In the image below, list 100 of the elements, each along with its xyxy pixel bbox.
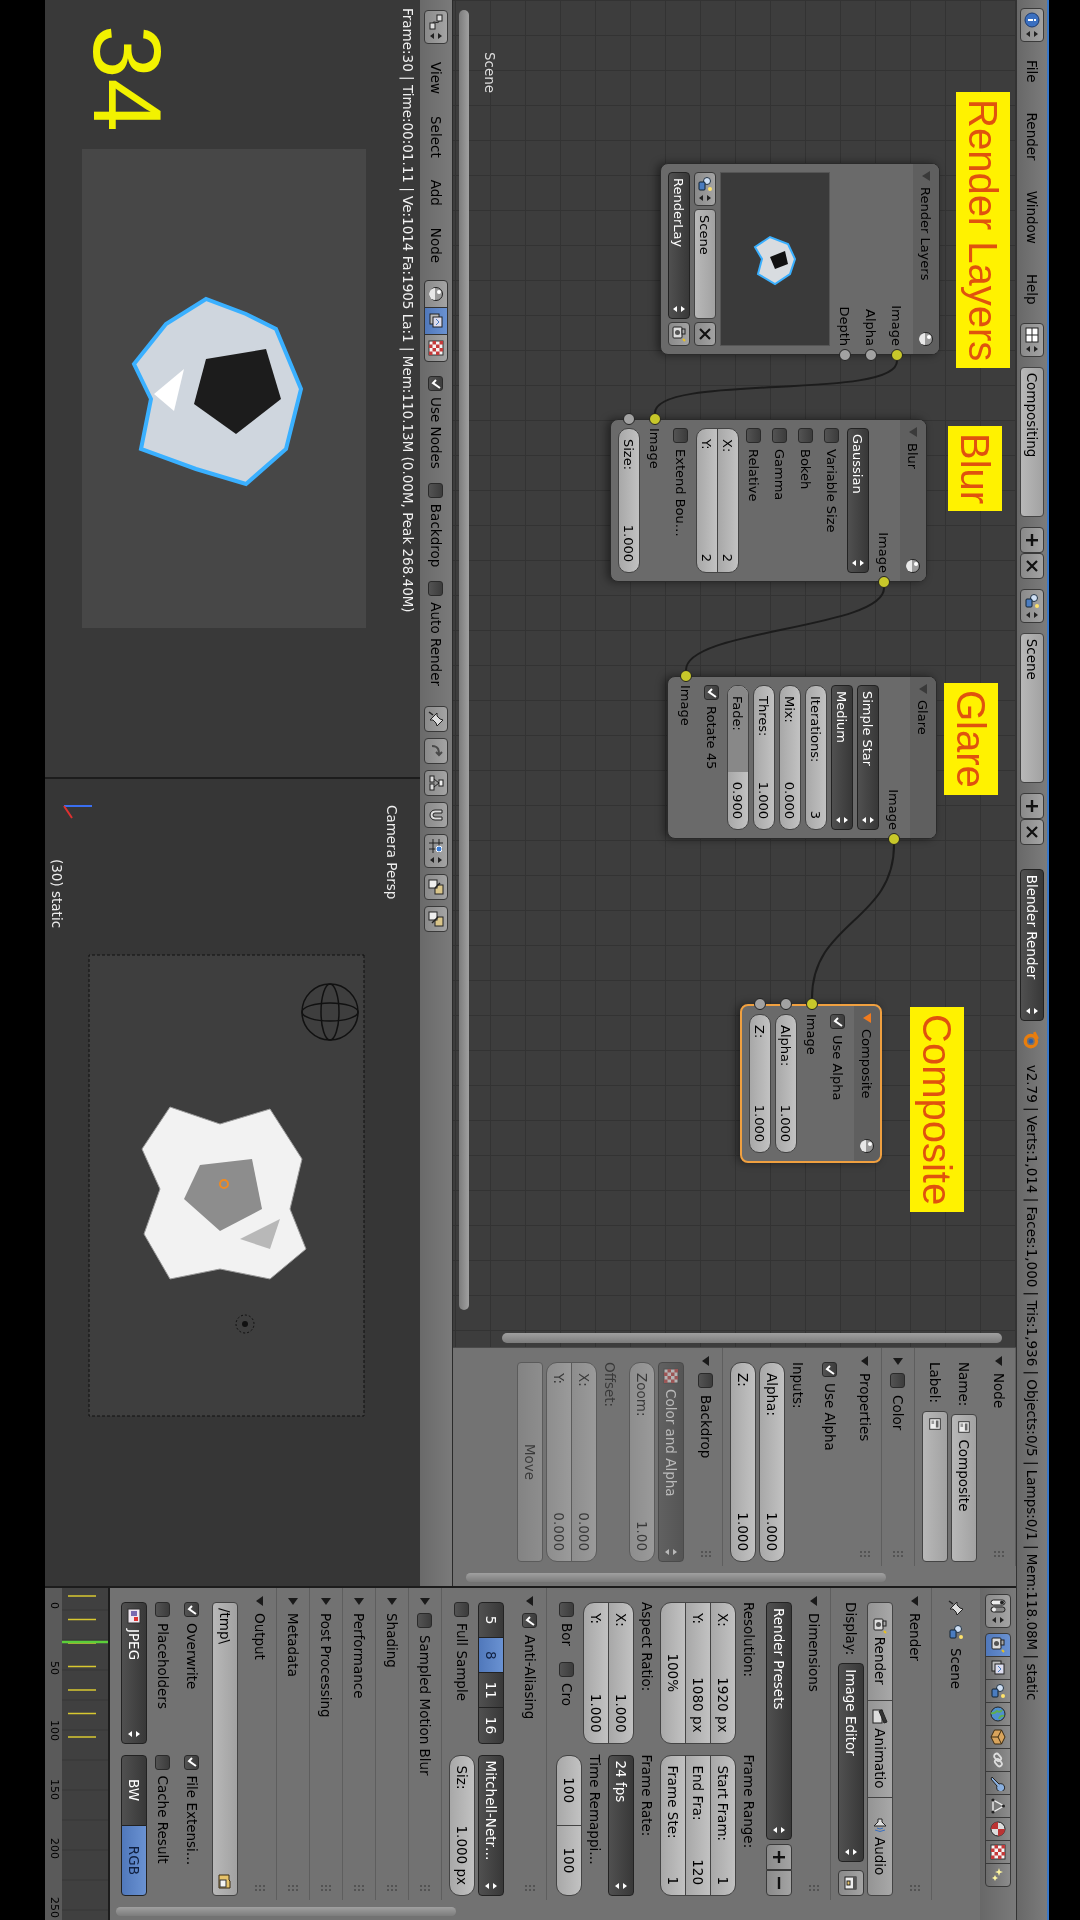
plus-button[interactable] <box>1020 792 1044 819</box>
grip-icon[interactable] <box>524 1884 536 1892</box>
properties-tab[interactable] <box>985 1794 1011 1818</box>
copy-button[interactable] <box>424 874 448 900</box>
grip-icon[interactable] <box>993 1550 1005 1558</box>
folder-icon[interactable] <box>217 1874 233 1890</box>
scrollbar[interactable] <box>502 1333 1002 1343</box>
dropdown[interactable]: Mitchell-Netr… <box>478 1754 504 1896</box>
current-frame-line[interactable] <box>62 1640 108 1644</box>
checkbox[interactable] <box>830 1014 846 1029</box>
magnet-button[interactable] <box>424 802 448 828</box>
disclosure-triangle-icon[interactable] <box>860 1356 870 1366</box>
properties-tab[interactable] <box>985 1817 1011 1841</box>
segment-button[interactable]: 16 <box>478 1707 504 1744</box>
node-card[interactable]: Glare Image Simple Star Medium Iterations: 3 Mix: 0.000 Thres: 1.000 Fade: 0.900 Rotate 45 Image <box>667 676 937 839</box>
checkbox[interactable] <box>824 428 840 443</box>
disclosure-triangle-icon[interactable] <box>910 1596 920 1606</box>
tool-button[interactable]: Animatio <box>867 1699 893 1799</box>
menu-item[interactable]: Add <box>428 175 444 210</box>
number-field[interactable]: Mix: 0.000 <box>779 685 801 830</box>
segment-button[interactable]: 8 <box>478 1637 504 1674</box>
dropdown[interactable]: RenderLay <box>668 172 690 319</box>
menu-item[interactable]: Node <box>428 223 444 268</box>
number-field[interactable]: X: 2 <box>717 428 739 573</box>
properties-tab[interactable] <box>985 1725 1011 1749</box>
checkbox[interactable] <box>522 1613 538 1628</box>
plus-button[interactable] <box>766 1844 792 1870</box>
number-field[interactable]: End Fra: 120 <box>685 1754 711 1896</box>
menu-item[interactable]: Window <box>1024 182 1040 252</box>
grip-icon[interactable] <box>808 1884 820 1892</box>
checkbox[interactable] <box>428 581 444 597</box>
checkbox[interactable] <box>559 1662 575 1678</box>
checkbox[interactable] <box>559 1602 575 1617</box>
dropdown[interactable]: Medium <box>831 685 853 830</box>
checkbox[interactable] <box>890 1373 906 1388</box>
checkbox[interactable] <box>704 685 720 700</box>
grip-icon[interactable] <box>700 1550 712 1558</box>
sphere-icon[interactable] <box>859 1138 875 1154</box>
socket[interactable] <box>680 670 692 682</box>
segment-button[interactable]: BW <box>121 1754 147 1826</box>
grip-icon[interactable] <box>353 1884 365 1892</box>
socket[interactable] <box>623 413 635 425</box>
segment-button[interactable]: 5 <box>478 1602 504 1639</box>
properties-tab[interactable] <box>985 1840 1011 1864</box>
tool-button[interactable]: Render <box>867 1602 893 1701</box>
grip-icon[interactable] <box>859 1550 871 1558</box>
camera-button[interactable] <box>668 322 690 346</box>
dropdown[interactable]: 24 fps <box>608 1754 634 1896</box>
properties-tab[interactable] <box>985 1748 1011 1772</box>
scrollbar[interactable] <box>466 1573 886 1582</box>
grip-icon[interactable] <box>909 1884 921 1892</box>
segment-button[interactable]: 11 <box>478 1672 504 1709</box>
node-card[interactable]: Render Layers Image Alpha Depth Scene RenderLay <box>660 163 940 355</box>
scrollbar[interactable] <box>116 1907 456 1916</box>
menu-item[interactable]: Select <box>428 112 444 162</box>
number-field[interactable]: Z: 1.000 <box>749 1014 771 1153</box>
checkbox[interactable] <box>417 1613 433 1628</box>
node-card[interactable]: Blur Image Gaussian Variable Size Bokeh Gamma Relative X: 2 Y: 2 Extend Bou… Image Size: 1.000 <box>610 419 927 582</box>
disclosure-triangle-icon[interactable] <box>321 1596 331 1606</box>
disclosure-triangle-icon[interactable] <box>387 1596 397 1606</box>
scene-field[interactable]: Scene <box>1020 632 1044 783</box>
number-field[interactable]: Y: 1.000 <box>583 1602 609 1744</box>
grip-icon[interactable] <box>254 1884 266 1892</box>
segment-button[interactable]: RGB <box>121 1824 147 1896</box>
checkbox[interactable] <box>746 428 762 443</box>
dropdown[interactable]: Gaussian <box>847 428 869 573</box>
grip-icon[interactable] <box>386 1884 398 1892</box>
disclosure-triangle-icon[interactable] <box>893 1356 903 1366</box>
grip-icon[interactable] <box>287 1884 299 1892</box>
disclosure-triangle-icon[interactable] <box>525 1596 535 1606</box>
socket[interactable] <box>780 998 792 1010</box>
grip-icon[interactable] <box>320 1884 332 1892</box>
disclosure-triangle-icon[interactable] <box>420 1596 430 1606</box>
socket[interactable] <box>754 998 766 1010</box>
render-engine-dropdown[interactable]: Blender Render <box>1020 868 1044 1021</box>
toggle-switch-button[interactable] <box>985 1594 1011 1628</box>
disclosure-triangle-icon[interactable] <box>701 1356 711 1366</box>
properties-tab[interactable] <box>985 1679 1011 1703</box>
checkbox[interactable] <box>698 1373 714 1388</box>
menu-item[interactable]: File <box>1024 52 1040 91</box>
pin-button[interactable] <box>424 706 448 732</box>
close-button[interactable] <box>1020 818 1044 845</box>
path-field[interactable]: /tmp\ <box>212 1602 238 1896</box>
tree-type-button[interactable] <box>424 280 448 309</box>
checkbox[interactable] <box>772 428 788 443</box>
sphere-icon[interactable] <box>918 331 934 347</box>
number-field[interactable]: Iterations: 3 <box>805 685 827 830</box>
pin-icon[interactable] <box>948 1600 964 1616</box>
properties-tab[interactable] <box>985 1863 1011 1887</box>
screen-layout-field[interactable]: Compositing <box>1020 366 1044 517</box>
node-card[interactable]: Composite Use Alpha Image Alpha: 1.000 Z: 1.000 <box>740 1004 882 1163</box>
text-field[interactable] <box>922 1410 948 1562</box>
properties-tab[interactable] <box>985 1702 1011 1726</box>
checkbox[interactable] <box>155 1602 171 1617</box>
number-field[interactable]: 100 <box>556 1754 582 1826</box>
disclosure-triangle-icon[interactable] <box>994 1356 1004 1366</box>
minus-button[interactable] <box>766 1870 792 1896</box>
sphere-icon[interactable] <box>905 558 921 574</box>
number-field[interactable]: Thres: 1.000 <box>753 685 775 830</box>
tool-button[interactable]: Audio <box>867 1797 893 1896</box>
